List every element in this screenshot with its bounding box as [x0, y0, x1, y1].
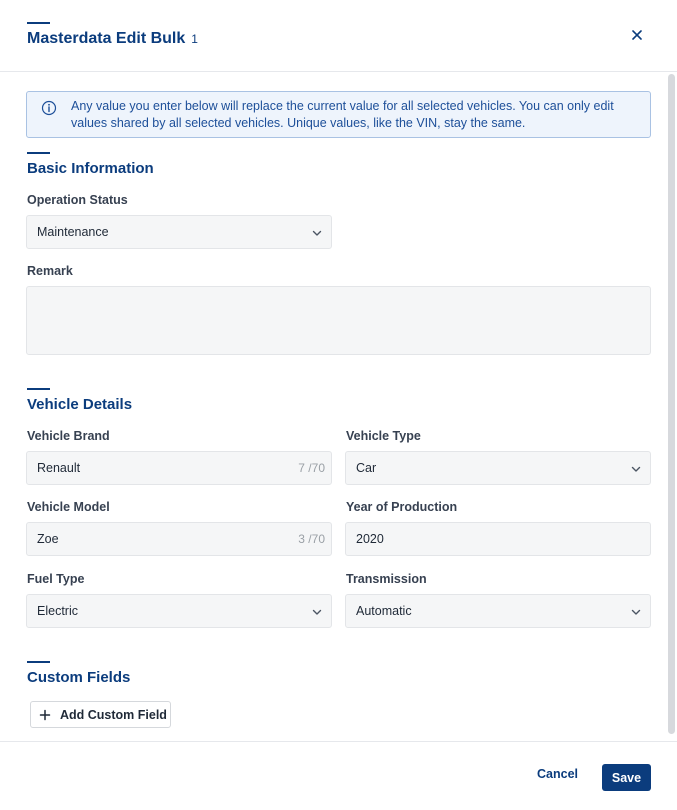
close-button[interactable]: [626, 24, 648, 46]
vehicle-brand-char-counter: 7 /70: [298, 461, 325, 475]
operation-status-label: Operation Status: [27, 193, 128, 207]
vehicle-brand-input[interactable]: Renault 7 /70: [26, 451, 332, 485]
year-of-production-label: Year of Production: [346, 500, 458, 514]
dialog-footer: Cancel Save: [0, 741, 677, 810]
section-accent-bar: [27, 388, 50, 390]
fuel-type-value: Electric: [37, 604, 78, 618]
vehicle-model-label: Vehicle Model: [27, 500, 110, 514]
title-accent-bar: [27, 22, 50, 24]
remark-label: Remark: [27, 264, 73, 278]
chevron-down-icon: [312, 609, 322, 615]
section-title-vehicle-details: Vehicle Details: [27, 396, 133, 413]
section-accent-bar: [27, 661, 50, 663]
cancel-button[interactable]: Cancel: [537, 767, 578, 781]
vehicle-type-label: Vehicle Type: [346, 429, 421, 443]
vehicle-brand-value: Renault: [37, 461, 81, 475]
vehicle-model-value: Zoe: [37, 532, 59, 546]
add-custom-field-button[interactable]: Add Custom Field: [30, 701, 171, 728]
vehicle-type-value: Car: [356, 461, 377, 475]
vehicle-model-char-counter: 3 /70: [298, 532, 325, 546]
notice-text: Any value you enter below will replace t…: [71, 99, 614, 130]
fuel-type-select[interactable]: Electric: [26, 594, 332, 628]
fuel-type-label: Fuel Type: [27, 572, 85, 586]
plus-icon: [39, 709, 51, 721]
section-title-basic-information: Basic Information: [27, 160, 154, 177]
operation-status-select[interactable]: Maintenance: [26, 215, 332, 249]
vehicle-brand-label: Vehicle Brand: [27, 429, 110, 443]
year-of-production-value: 2020: [356, 532, 384, 546]
close-icon: [632, 30, 642, 40]
operation-status-value: Maintenance: [37, 225, 109, 239]
save-button[interactable]: Save: [602, 764, 651, 791]
remark-textarea[interactable]: [26, 286, 651, 355]
info-notice: Any value you enter below will replace t…: [26, 91, 651, 138]
add-custom-field-label: Add Custom Field: [60, 708, 167, 722]
dialog-header: Masterdata Edit Bulk 1: [0, 0, 677, 72]
scrollbar[interactable]: [668, 74, 675, 734]
info-icon: [41, 100, 57, 116]
transmission-select[interactable]: Automatic: [345, 594, 651, 628]
selected-count-badge: 1: [191, 32, 198, 46]
chevron-down-icon: [631, 466, 641, 472]
section-accent-bar: [27, 152, 50, 154]
transmission-label: Transmission: [346, 572, 427, 586]
vehicle-model-input[interactable]: Zoe 3 /70: [26, 522, 332, 556]
dialog-title-text: Masterdata Edit Bulk: [27, 30, 186, 47]
year-of-production-input[interactable]: 2020: [345, 522, 651, 556]
chevron-down-icon: [312, 230, 322, 236]
chevron-down-icon: [631, 609, 641, 615]
vehicle-type-select[interactable]: Car: [345, 451, 651, 485]
dialog-title: Masterdata Edit Bulk 1: [27, 30, 198, 48]
section-title-custom-fields: Custom Fields: [27, 669, 131, 686]
transmission-value: Automatic: [356, 604, 412, 618]
